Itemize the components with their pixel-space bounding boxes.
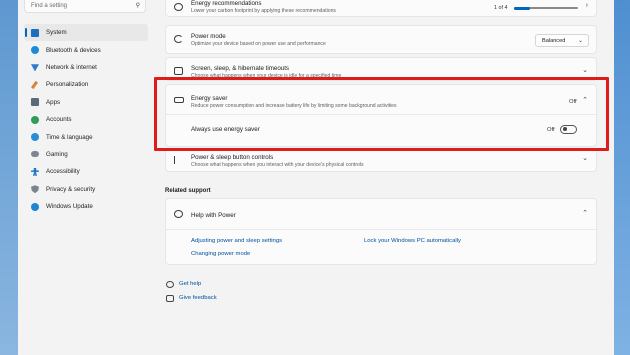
sidebar-item-time-language[interactable]: Time & language [24,128,148,145]
globe-icon [174,210,183,218]
settings-window: Find a setting ⚲ System Bluetooth & devi… [18,0,614,355]
search-icon: ⚲ [135,3,140,9]
main-content: Energy recommendations Lower your carbon… [165,0,597,355]
link-adjusting-power-sleep[interactable]: Adjusting power and sleep settings [191,238,282,244]
power-mode-dropdown[interactable]: Balanced ⌄ [535,34,589,47]
shield-icon [31,185,39,194]
network-icon [31,64,39,72]
sidebar-item-label: Gaming [46,150,68,158]
sidebar-item-label: Network & internet [46,63,97,71]
sidebar-item-gaming[interactable]: Gaming [24,146,148,163]
sidebar-item-label: Accounts [46,116,72,124]
power-buttons-row[interactable]: Power & sleep button controls Choose wha… [165,148,597,172]
sidebar-nav: System Bluetooth & devices Network & int… [24,24,148,215]
power-mode-icon [174,35,183,43]
energy-saver-header[interactable]: Energy saver Reduce power consumption an… [166,85,596,114]
update-icon [31,202,39,211]
progress-fill [514,6,530,10]
apps-icon [31,98,39,107]
search-input[interactable]: Find a setting ⚲ [24,0,146,13]
row-title: Power & sleep button controls [191,154,274,161]
row-subtitle: Choose what happens when you interact wi… [191,162,364,168]
get-help-icon [166,281,174,288]
sidebar-item-label: Apps [46,98,61,106]
sidebar-item-bluetooth[interactable]: Bluetooth & devices [24,41,148,58]
related-support-heading: Related support [165,188,211,194]
sidebar-item-label: Personalization [46,81,89,89]
feedback-icon [166,295,174,302]
accessibility-icon [31,167,39,176]
sidebar-item-apps[interactable]: Apps [24,94,148,111]
desktop-background-right [614,0,630,355]
help-with-power-card: Help with Power ⌃ Adjusting power and sl… [165,198,597,265]
chevron-up-icon: ⌃ [582,97,588,104]
link-lock-pc[interactable]: Lock your Windows PC automatically [364,238,461,244]
sidebar-item-label: Time & language [46,133,93,141]
chevron-right-icon: › [585,2,588,9]
sidebar-item-label: Accessibility [46,168,80,176]
battery-leaf-icon [174,97,184,103]
chevron-down-icon: ⌄ [582,155,588,162]
dropdown-value: Balanced [542,38,566,44]
chevron-down-icon: ⌄ [577,38,583,44]
get-help-link[interactable]: Get help [179,281,201,287]
help-with-power-header[interactable]: Help with Power ⌃ [166,199,596,229]
row-title: Power mode [191,33,226,40]
chevron-down-icon: ⌄ [582,67,588,74]
bluetooth-icon [31,46,39,55]
sidebar-item-privacy[interactable]: Privacy & security [24,181,148,198]
divider [166,229,596,230]
system-icon [31,28,39,37]
link-changing-power-mode[interactable]: Changing power mode [191,251,250,257]
chevron-up-icon: ⌃ [582,210,588,217]
power-mode-row: Power mode Optimize your device based on… [165,25,597,54]
always-use-energy-saver-toggle[interactable] [560,125,577,134]
sidebar-item-label: Windows Update [46,203,93,211]
sidebar-item-windows-update[interactable]: Windows Update [24,198,148,215]
row-title: Energy recommendations [191,0,262,7]
globe-clock-icon [31,133,39,142]
sidebar-item-label: Bluetooth & devices [46,46,101,54]
leaf-icon [174,3,183,11]
screen-sleep-row[interactable]: Screen, sleep, & hibernate timeouts Choo… [165,57,597,81]
row-title: Screen, sleep, & hibernate timeouts [191,65,290,72]
toggle-state-text: Off [547,127,555,133]
row-subtitle: Reduce power consumption and increase ba… [191,103,397,109]
brush-icon [30,80,39,89]
sidebar-item-personalization[interactable]: Personalization [24,76,148,93]
row-title: Energy saver [191,95,228,102]
monitor-sleep-icon [174,67,183,75]
divider [166,114,596,115]
energy-saver-status: Off [569,99,577,105]
row-subtitle: Lower your carbon footprint by applying … [191,8,336,14]
sidebar-item-network[interactable]: Network & internet [24,59,148,76]
gamepad-icon [31,151,39,158]
sidebar-item-label: System [46,29,67,37]
give-feedback-link[interactable]: Give feedback [179,295,217,301]
sidebar-item-accessibility[interactable]: Accessibility [24,163,148,180]
energy-recommendations-row[interactable]: Energy recommendations Lower your carbon… [165,0,597,17]
row-subtitle: Choose what happens when your device is … [191,73,342,79]
accounts-icon [31,115,39,124]
energy-saver-card: Energy saver Reduce power consumption an… [165,84,597,147]
search-placeholder: Find a setting [31,3,68,9]
power-button-icon [174,156,183,164]
row-subtitle: Optimize your device based on power use … [191,41,326,47]
sidebar: Find a setting ⚲ System Bluetooth & devi… [18,0,153,355]
sidebar-item-system[interactable]: System [24,24,148,42]
desktop-background-left [0,0,18,355]
toggle-knob [563,127,567,132]
sidebar-item-label: Privacy & security [46,185,96,193]
row-title: Help with Power [191,212,236,219]
sidebar-item-accounts[interactable]: Accounts [24,111,148,128]
progress-text: 1 of 4 [494,5,508,11]
always-use-label: Always use energy saver [191,126,260,133]
